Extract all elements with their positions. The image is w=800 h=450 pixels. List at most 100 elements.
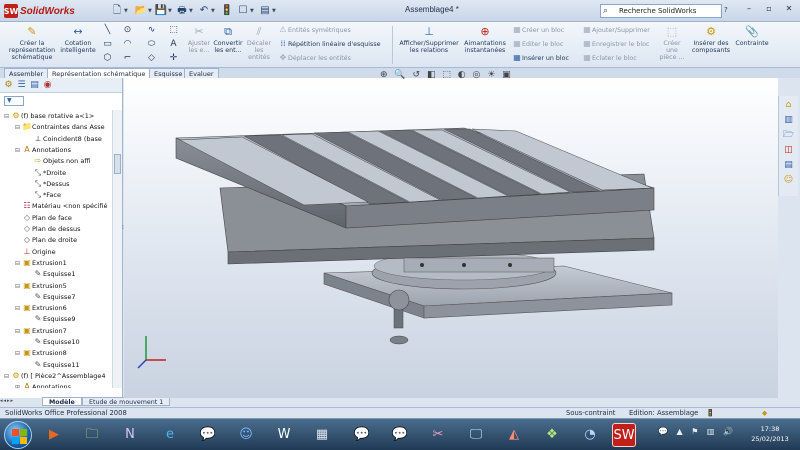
save-icon[interactable]: 💾 bbox=[154, 4, 168, 17]
polygon-icon[interactable]: ⬡ bbox=[102, 53, 113, 63]
internet-explorer-icon[interactable]: e bbox=[158, 423, 182, 447]
scrollbar-thumb[interactable] bbox=[114, 154, 121, 174]
tree-node[interactable]: ⊟ ⚙(f) [ Pièce2^Assemblage4 bbox=[4, 370, 106, 381]
expand-toggle[interactable]: ⊟ bbox=[15, 122, 22, 133]
tree-node[interactable]: ◇ Plan de dessus bbox=[15, 223, 81, 234]
options-icon[interactable]: ▤ bbox=[258, 4, 272, 17]
tree-node[interactable]: ⟂ Coincident8 (base bbox=[26, 133, 102, 144]
tree-node[interactable]: ⊟ ▣Extrusion7 bbox=[15, 325, 67, 336]
undo-icon[interactable]: ↶ bbox=[197, 4, 211, 17]
centerline-icon[interactable]: ✛ bbox=[168, 53, 179, 63]
show-relations-button[interactable]: ⊥ Afficher/Supprimer les relations bbox=[398, 25, 460, 54]
save-block-button[interactable]: ▦Enregistrer le bloc bbox=[582, 40, 649, 49]
tree-node[interactable]: ✎ Esquisse7 bbox=[26, 291, 76, 302]
linear-pattern-button[interactable]: ⁞⁞ Répétition linéaire d'esquisse bbox=[278, 40, 380, 49]
tree-node[interactable]: ✎ Esquisse1 bbox=[26, 268, 76, 279]
solidworks-taskbar-icon[interactable]: SW bbox=[612, 423, 636, 447]
expand-toggle[interactable]: ⊟ bbox=[15, 258, 22, 269]
tab-schematic[interactable]: Représentation schématique bbox=[47, 68, 151, 78]
expand-toggle[interactable]: ⊞ bbox=[15, 382, 22, 388]
rebuild-icon[interactable]: 🚦 bbox=[220, 4, 234, 17]
tree-node[interactable]: ⊟ ▣Extrusion5 bbox=[15, 280, 67, 291]
select-icon[interactable]: ☐ bbox=[236, 4, 250, 17]
display-style-icon[interactable]: ◐ bbox=[458, 70, 466, 80]
expand-toggle[interactable]: ⊟ bbox=[4, 371, 11, 382]
hide-show-icon[interactable]: ◎ bbox=[472, 70, 480, 80]
chevron-down-icon[interactable]: ▼ bbox=[168, 8, 174, 14]
rectangle-icon[interactable]: ▭ bbox=[102, 39, 113, 49]
nvu-editor-icon[interactable]: N bbox=[118, 423, 142, 447]
chevron-down-icon[interactable]: ▼ bbox=[211, 8, 217, 14]
tree-node[interactable]: ⊞ A Annotations bbox=[15, 381, 71, 388]
tree-node[interactable]: ⇨ Objets non affi bbox=[26, 155, 91, 166]
open-folder-icon[interactable]: 📂 bbox=[134, 4, 148, 17]
ellipse-icon[interactable]: ⬭ bbox=[146, 39, 157, 49]
tree-node[interactable]: ⤡ *Face bbox=[26, 189, 61, 200]
text-icon[interactable]: A bbox=[168, 39, 179, 49]
tree-node[interactable]: ⊟ ⚙(f) base rotative a<1> bbox=[4, 110, 94, 121]
file-explorer-icon[interactable]: 🗁 bbox=[783, 129, 795, 141]
search-app-icon[interactable]: ◔ bbox=[578, 423, 602, 447]
configuration-icon[interactable]: ▤ bbox=[29, 80, 40, 91]
tree-node[interactable]: ⤡ *Droite bbox=[26, 167, 66, 178]
tab-evaluate[interactable]: Evaluer bbox=[184, 68, 219, 78]
solidworks-logo[interactable]: SW SolidWorks bbox=[4, 3, 75, 19]
tree-node[interactable]: ⊟ 📁Contraintes dans Asse bbox=[15, 121, 105, 132]
network-icon[interactable]: ❖ bbox=[540, 423, 564, 447]
messenger-icon[interactable]: ☺ bbox=[234, 423, 258, 447]
display-manager-icon[interactable]: ◉ bbox=[42, 80, 53, 91]
help-button[interactable]: ? bbox=[724, 6, 728, 14]
tree-filter[interactable]: ▼ bbox=[4, 96, 24, 106]
chevron-down-icon[interactable]: ▼ bbox=[272, 8, 278, 14]
view-orientation-icon[interactable]: ⬚ bbox=[442, 70, 451, 80]
chat-icon[interactable]: 💬 bbox=[196, 423, 220, 447]
create-part-button[interactable]: ⬚ Créer une pièce ... bbox=[657, 25, 687, 61]
resources-icon[interactable]: ⌂ bbox=[783, 99, 795, 111]
feature-tree-icon[interactable]: ⚙ bbox=[3, 80, 14, 91]
insert-components-button[interactable]: ⚙ Insérer des composants bbox=[690, 25, 732, 54]
expand-toggle[interactable]: ⊟ bbox=[15, 145, 22, 156]
view-palette-icon[interactable]: ◫ bbox=[783, 144, 795, 156]
spline-icon[interactable]: ∿ bbox=[146, 25, 157, 35]
tree-node[interactable]: ✎ Esquisse11 bbox=[26, 359, 80, 370]
graphics-viewport[interactable] bbox=[124, 78, 778, 398]
property-manager-icon[interactable]: ☰ bbox=[16, 80, 27, 91]
model-3d-view[interactable] bbox=[124, 78, 778, 398]
plane-icon[interactable]: ◇ bbox=[146, 53, 157, 63]
zoom-fit-icon[interactable]: ⊕ bbox=[380, 70, 388, 80]
chevron-down-icon[interactable]: ▼ bbox=[250, 8, 256, 14]
zoom-area-icon[interactable]: 🔍 bbox=[394, 70, 405, 80]
explode-block-button[interactable]: ▦Eclater le bloc bbox=[582, 54, 636, 63]
start-button[interactable] bbox=[4, 421, 32, 449]
calculator-icon[interactable]: ▦ bbox=[310, 423, 334, 447]
line-icon[interactable]: ╲ bbox=[102, 25, 113, 35]
chevron-down-icon[interactable]: ▼ bbox=[124, 8, 130, 14]
word-document-icon[interactable]: W bbox=[272, 423, 296, 447]
constraint-button[interactable]: 📎 Contrainte bbox=[733, 25, 771, 47]
expand-toggle[interactable]: ⊟ bbox=[4, 111, 11, 122]
quick-snaps-button[interactable]: ⊕ Aimantations instantanées bbox=[462, 25, 508, 54]
minimize-button[interactable]: – bbox=[740, 2, 758, 16]
point-icon[interactable]: ⬚ bbox=[168, 25, 179, 35]
appearance-icon[interactable]: ☀ bbox=[487, 70, 495, 80]
paint-icon[interactable]: ◭ bbox=[502, 423, 526, 447]
convert-entities-button[interactable]: ⧉ Convertir les ent... bbox=[213, 25, 243, 54]
search-input[interactable]: ⌕ Recherche SolidWorks bbox=[600, 4, 722, 18]
tab-assembler[interactable]: Assembler bbox=[4, 68, 49, 78]
tab-motion-study[interactable]: Etude de mouvement 1 bbox=[82, 397, 171, 406]
tree-node[interactable]: ⊟ A Annotations bbox=[15, 144, 71, 155]
mirror-entities-button[interactable]: ⚠Entités symétriques bbox=[278, 26, 350, 35]
expand-toggle[interactable]: ⊟ bbox=[15, 326, 22, 337]
locking-knob[interactable] bbox=[388, 289, 410, 345]
offset-entities-button[interactable]: ⫽ Décaler les entités bbox=[244, 25, 274, 61]
tree-node[interactable]: ✎ Esquisse10 bbox=[26, 336, 80, 347]
tree-node[interactable]: ⊥ Origine bbox=[15, 246, 56, 257]
expand-toggle[interactable]: ⊟ bbox=[15, 303, 22, 314]
fillet-icon[interactable]: ⌐ bbox=[122, 53, 133, 63]
tab-sketch[interactable]: Esquisse bbox=[149, 68, 188, 78]
create-sketch-button[interactable]: ✎ Créer la représentation schématique bbox=[4, 25, 60, 61]
expand-toggle[interactable]: ⊟ bbox=[15, 281, 22, 292]
add-remove-button[interactable]: ▦Ajouter/Supprimer bbox=[582, 26, 650, 35]
adjust-entities-button[interactable]: ✂ Ajuster les e... bbox=[186, 25, 212, 54]
close-button[interactable]: ✕ bbox=[780, 2, 798, 16]
